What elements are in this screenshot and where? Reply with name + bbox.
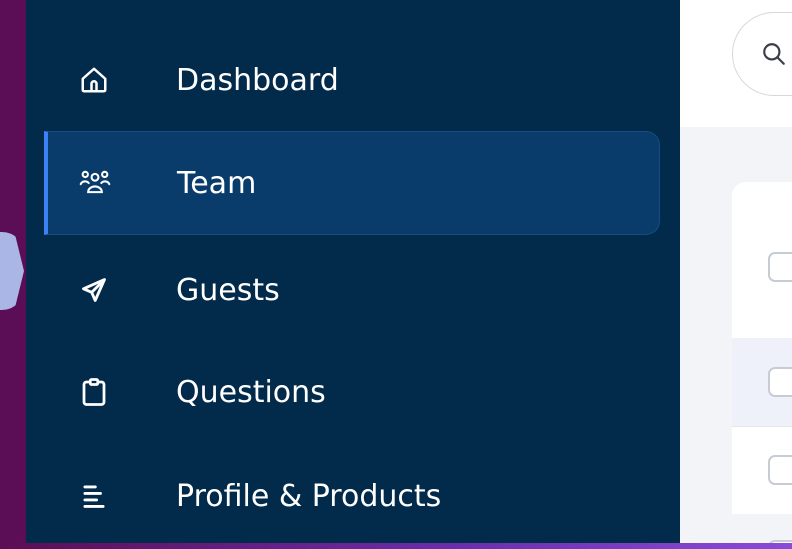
sidebar-item-label: Guests (176, 272, 280, 308)
row-checkbox[interactable] (768, 455, 792, 485)
app-window: Dashboard Team Guests Questions Profile … (26, 0, 792, 543)
sidebar-item-label: Team (177, 165, 257, 201)
table-row[interactable] (732, 514, 792, 543)
search-input[interactable] (732, 12, 792, 96)
table-row[interactable] (732, 426, 792, 514)
row-divider (732, 426, 792, 427)
collapse-handle[interactable] (0, 232, 24, 310)
sidebar-item-team[interactable]: Team (44, 131, 660, 235)
top-bar (680, 0, 792, 127)
sidebar: Dashboard Team Guests Questions Profile … (26, 0, 680, 543)
main-content (680, 0, 792, 543)
bottom-border (0, 543, 792, 549)
text-align-icon (78, 480, 110, 512)
select-all-checkbox[interactable] (768, 252, 792, 282)
clipboard-icon (78, 376, 110, 408)
row-checkbox[interactable] (768, 367, 792, 397)
table-header (732, 182, 792, 338)
sidebar-item-dashboard[interactable]: Dashboard (44, 28, 660, 132)
table-row[interactable] (732, 338, 792, 426)
sidebar-item-label: Profile & Products (176, 478, 442, 514)
search-icon (761, 41, 787, 67)
sidebar-item-profile-products[interactable]: Profile & Products (44, 444, 660, 543)
paper-plane-icon (78, 274, 110, 306)
sidebar-item-label: Dashboard (176, 62, 339, 98)
team-icon (79, 167, 111, 199)
home-icon (78, 64, 110, 96)
sidebar-item-guests[interactable]: Guests (44, 238, 660, 342)
sidebar-item-questions[interactable]: Questions (44, 340, 660, 444)
sidebar-item-label: Questions (176, 374, 326, 410)
